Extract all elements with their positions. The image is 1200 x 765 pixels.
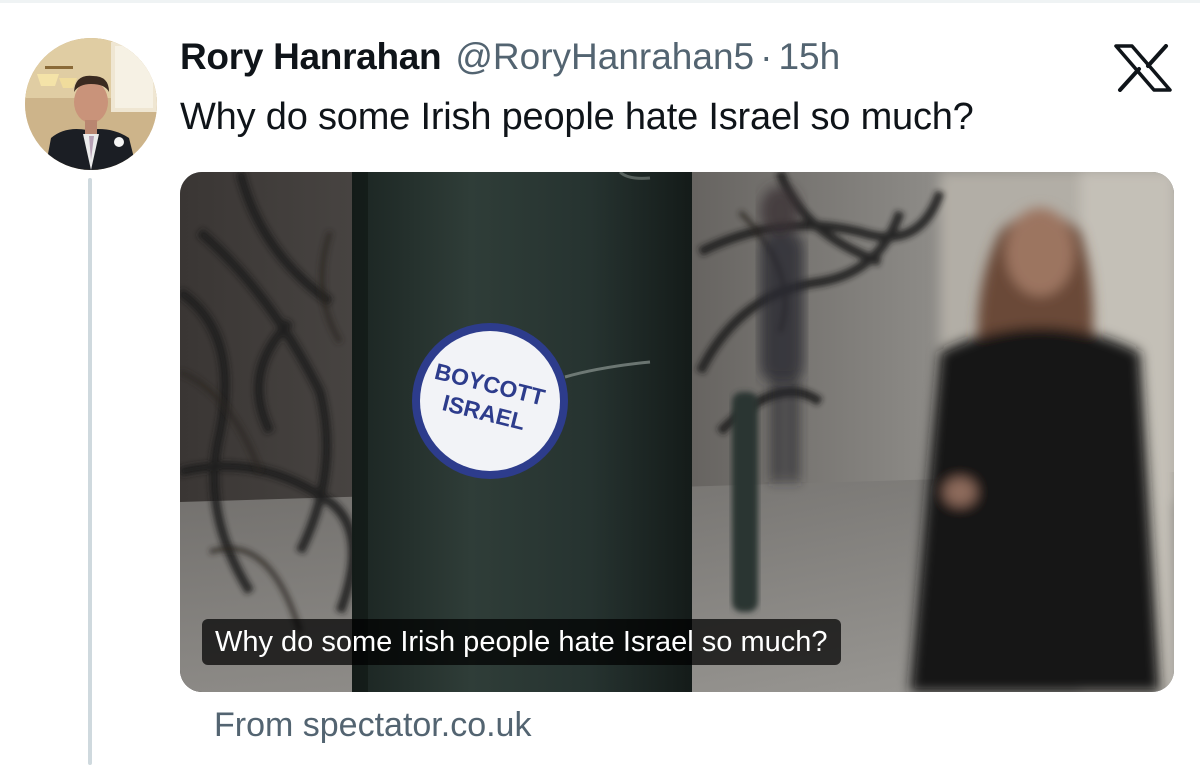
card-headline-overlay[interactable]: Why do some Irish people hate Israel so … [202, 619, 841, 665]
avatar-image [25, 38, 157, 170]
boycott-sticker: BOYCOTT ISRAEL [412, 323, 568, 479]
tweet-header: Rory Hanrahan @RoryHanrahan5 · 15h [180, 36, 840, 84]
card-image: BOYCOTT ISRAEL [180, 172, 1174, 692]
author-display-name[interactable]: Rory Hanrahan [180, 36, 442, 78]
author-handle[interactable]: @RoryHanrahan5 [455, 36, 754, 78]
link-card[interactable]: BOYCOTT ISRAEL Why do some Irish people … [180, 172, 1174, 692]
avatar[interactable] [25, 38, 157, 170]
top-divider [0, 0, 1200, 3]
thread-line [88, 178, 92, 765]
x-logo-glyph [1114, 44, 1172, 92]
header-separator: · [760, 36, 773, 77]
x-logo-icon[interactable] [1114, 44, 1172, 92]
tweet-timestamp[interactable]: 15h [778, 36, 840, 78]
tweet-text: Why do some Irish people hate Israel so … [180, 96, 974, 138]
link-source[interactable]: From spectator.co.uk [214, 706, 531, 745]
